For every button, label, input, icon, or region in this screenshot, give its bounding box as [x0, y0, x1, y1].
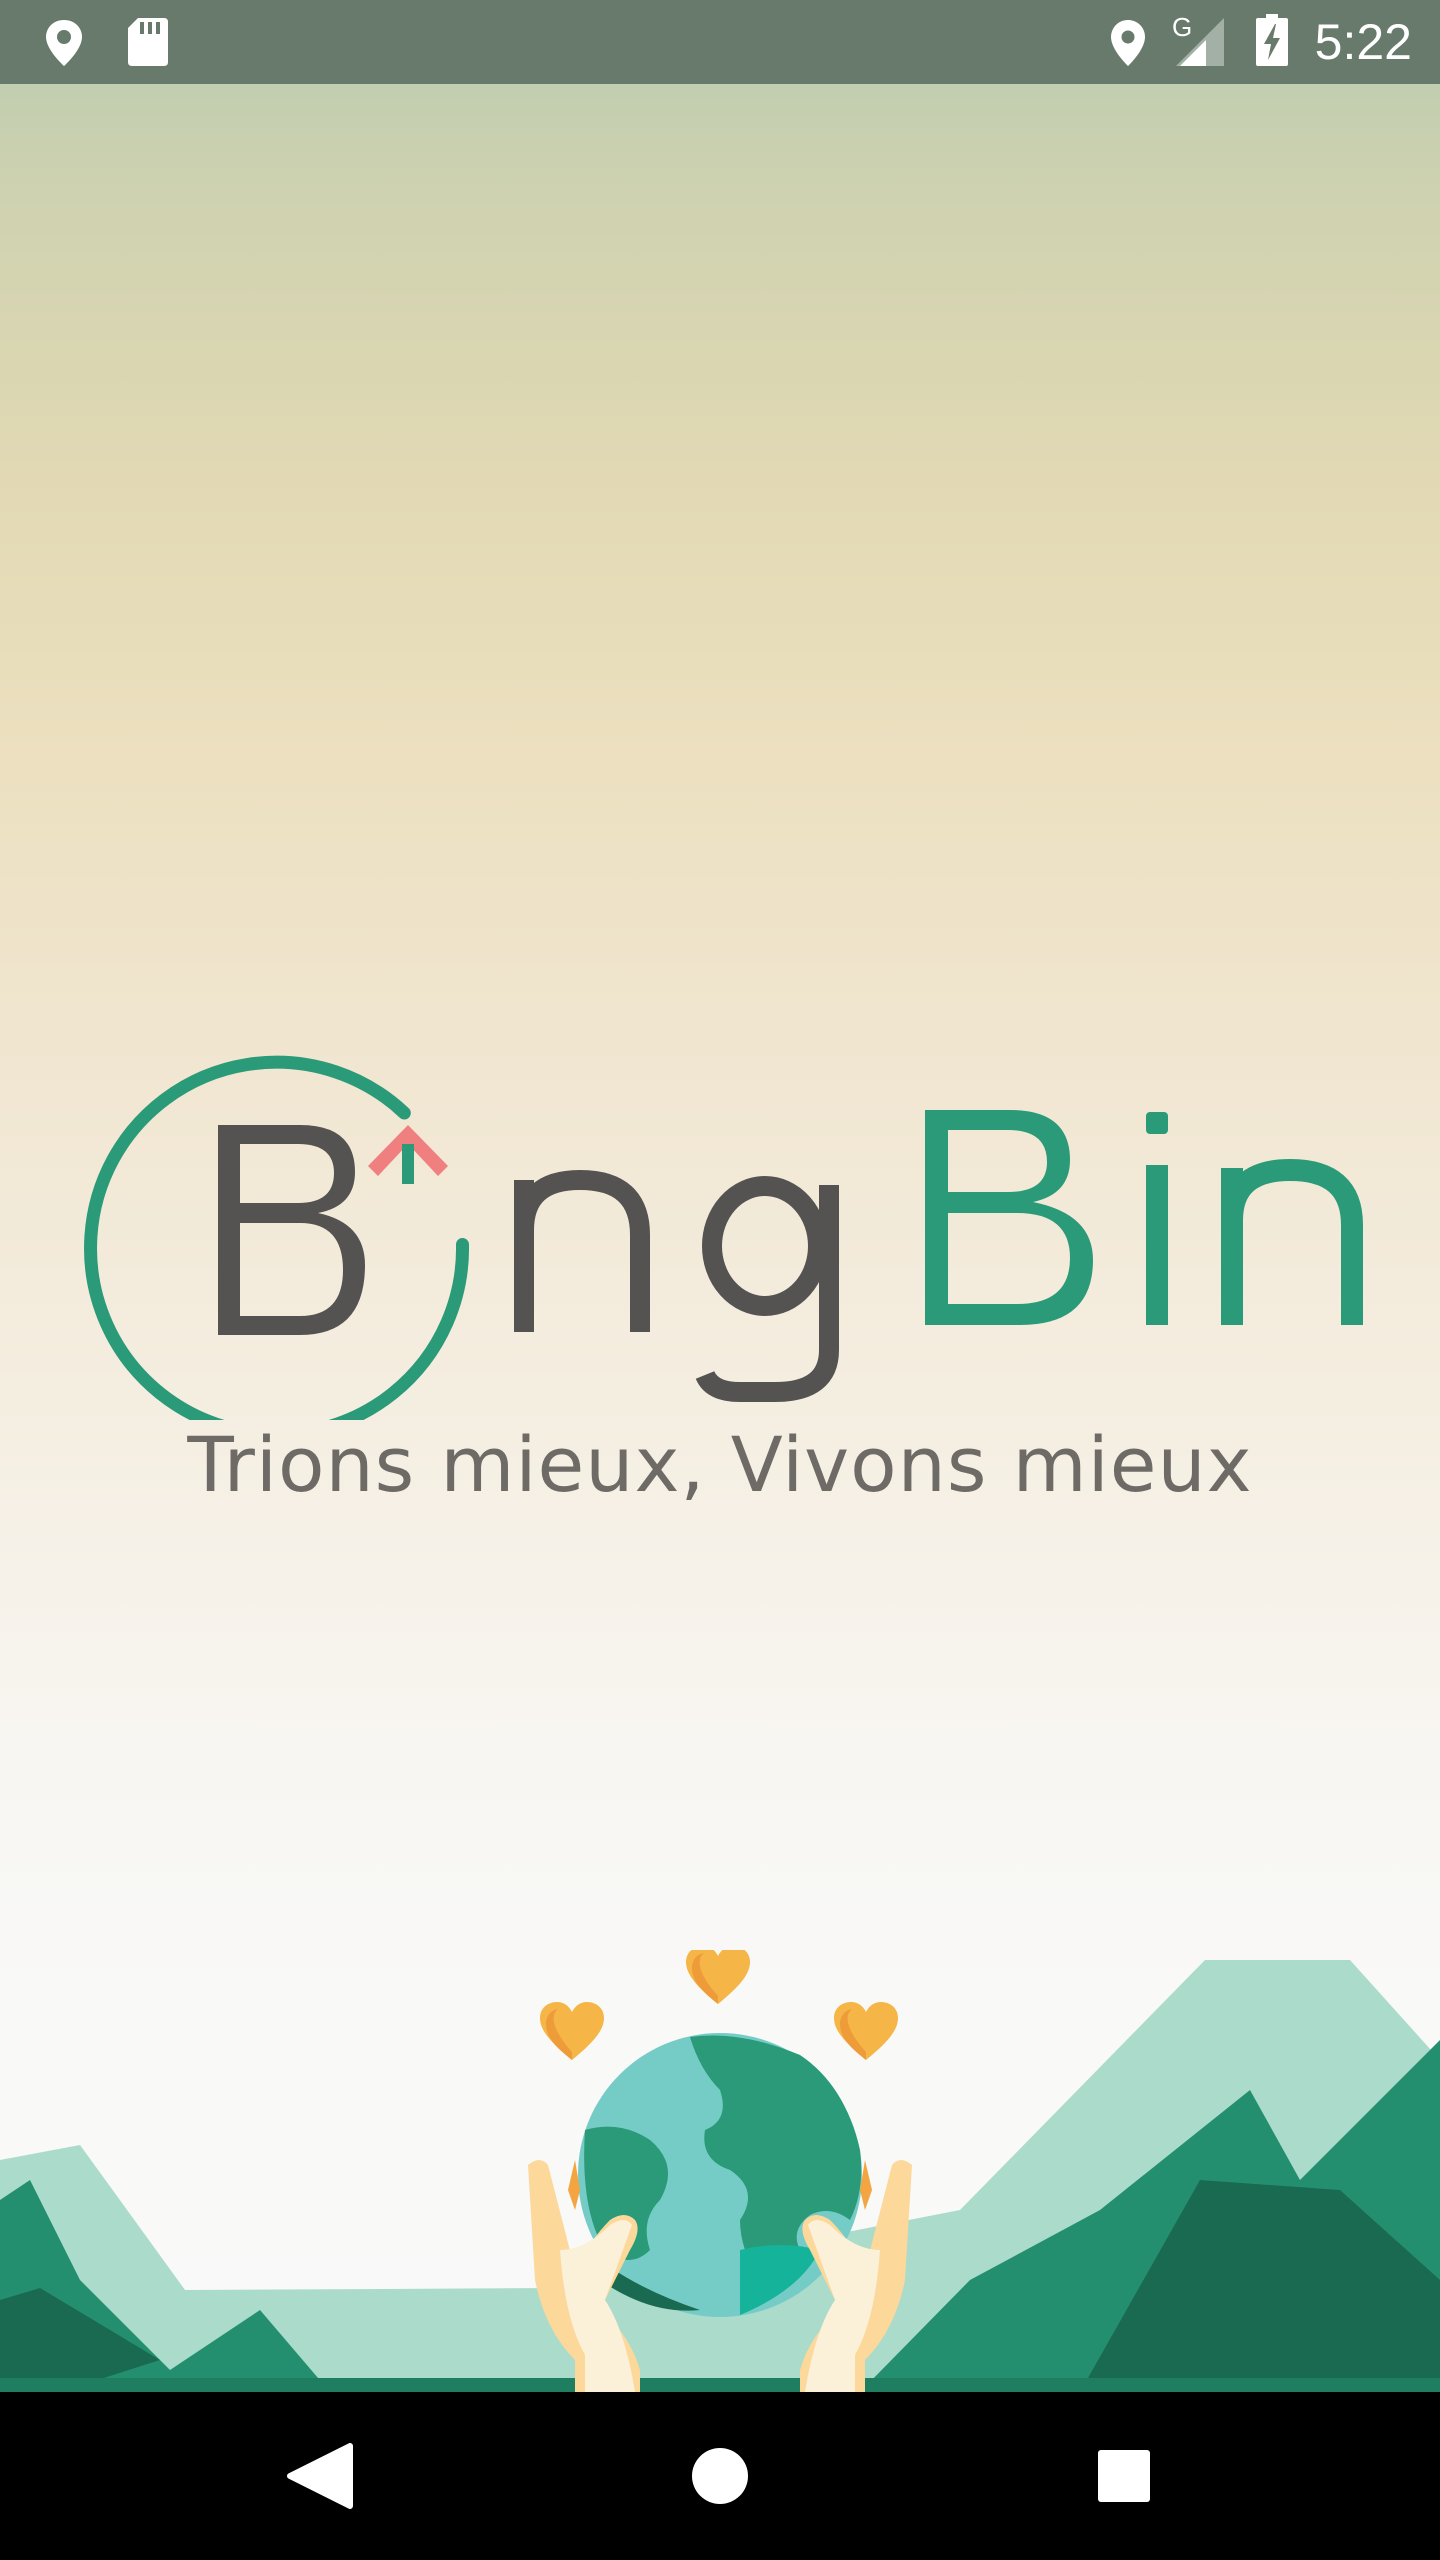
battery-charging-icon	[1256, 14, 1288, 66]
tagline: Trions mieux, Vivons mieux	[187, 1420, 1253, 1509]
heart-icon	[834, 2002, 898, 2060]
heart-icon	[686, 1950, 750, 2004]
logo-letter-n2	[1221, 1158, 1363, 1325]
location-icon	[1111, 20, 1145, 66]
logo-letter-i	[1146, 1165, 1168, 1325]
splash-screen: G 5:22 Trions mieux, Vivons mieux	[0, 0, 1440, 2560]
logo-ring	[84, 1055, 470, 1420]
back-icon[interactable]	[246, 2392, 386, 2560]
status-bar: G 5:22	[0, 0, 1440, 84]
logo-arrow-stem	[402, 1144, 414, 1184]
status-time: 5:22	[1314, 14, 1412, 70]
bingbin-logo	[84, 1055, 1363, 1420]
logo-letter-i-dot	[1146, 1112, 1168, 1134]
recents-icon[interactable]	[1056, 2392, 1196, 2560]
ground	[0, 2378, 1440, 2392]
location-icon	[46, 20, 82, 66]
logo-letter-b	[218, 1125, 365, 1335]
navigation-bar	[0, 2392, 1440, 2560]
logo-letter-n	[514, 1169, 650, 1332]
scenery-illustration	[0, 1950, 1440, 2392]
logo-letter-b2	[925, 1110, 1093, 1325]
logo-letter-g-bowl	[702, 1176, 828, 1316]
home-icon[interactable]	[650, 2392, 790, 2560]
globe-icon	[578, 2033, 862, 2317]
sd-card-icon	[128, 18, 168, 66]
signal-icon	[1176, 18, 1224, 66]
heart-icon	[540, 2002, 604, 2060]
